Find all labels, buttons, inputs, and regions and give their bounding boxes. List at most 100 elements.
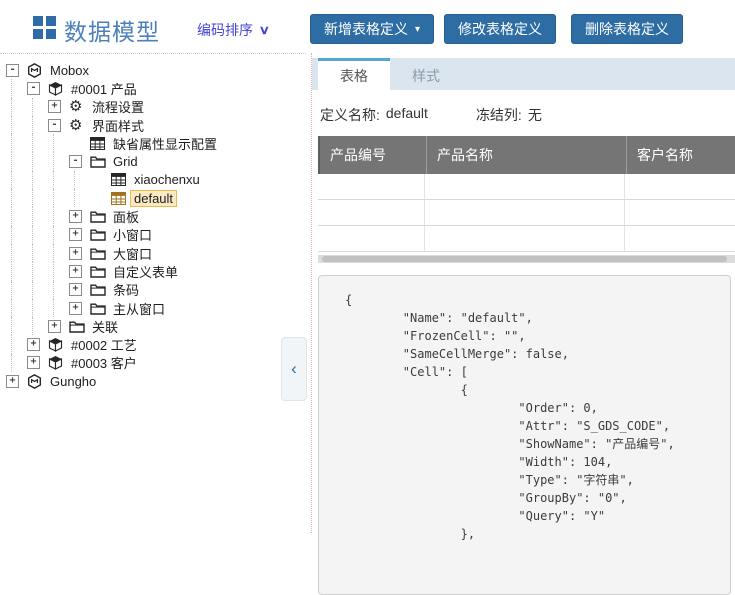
tree-guide-line <box>6 79 27 97</box>
tree-item[interactable]: 关联 <box>6 317 304 335</box>
tree-guide-line <box>27 116 48 134</box>
scrollbar-thumb[interactable] <box>322 256 727 262</box>
grid-icon <box>90 135 109 151</box>
code-line: "ShowName": "产品编号", <box>345 435 722 453</box>
caret-down-icon: ▾ <box>415 24 420 35</box>
table-body <box>318 174 735 252</box>
folder-icon <box>69 318 88 334</box>
expand-icon[interactable] <box>69 210 90 223</box>
expand-icon[interactable] <box>69 283 90 296</box>
expand-icon[interactable] <box>69 265 90 278</box>
tree-guide-line <box>27 244 48 262</box>
code-line: "Cell": [ <box>345 363 722 381</box>
tree-item[interactable]: 自定义表单 <box>6 262 304 280</box>
folder-icon <box>90 263 109 279</box>
table-row <box>318 174 735 200</box>
code-line: }, <box>345 525 722 543</box>
tree-item[interactable]: Gungho <box>6 372 304 390</box>
tree-item[interactable]: ⚙流程设置 <box>6 98 304 116</box>
collapse-icon[interactable] <box>6 64 27 77</box>
cube-icon <box>48 355 67 371</box>
tree-guide-line <box>48 207 69 225</box>
tree-guide-line <box>48 262 69 280</box>
collapse-icon[interactable] <box>69 155 90 168</box>
tree-guide-line <box>27 299 48 317</box>
tree-guide-line <box>6 262 27 280</box>
code-line: { <box>345 291 722 309</box>
folder-icon <box>90 209 109 225</box>
tree-guide-line <box>6 116 27 134</box>
tree-item[interactable]: 缺省属性显示配置 <box>6 134 304 152</box>
definition-name-label: 定义名称: <box>320 105 380 125</box>
tree-item[interactable]: 条码 <box>6 281 304 299</box>
tree-guide-line <box>48 189 69 207</box>
toolbar-button[interactable]: 修改表格定义 <box>444 14 556 44</box>
tree-item[interactable]: Grid <box>6 152 304 170</box>
tab[interactable]: 样式 <box>390 58 462 90</box>
tree-item[interactable]: default <box>6 189 304 207</box>
tree-guide-line <box>6 98 27 116</box>
code-line: { <box>345 381 722 399</box>
tree-item-label: Grid <box>109 153 142 170</box>
table-header-row: 产品编号产品名称客户名称 <box>318 136 735 174</box>
table-cell <box>424 200 624 225</box>
tree-guide-line <box>48 299 69 317</box>
tree-guide-line <box>48 244 69 262</box>
expand-icon[interactable] <box>69 247 90 260</box>
tree-item[interactable]: #0001 产品 <box>6 79 304 97</box>
table-row <box>318 226 735 252</box>
tree-item[interactable]: Mobox <box>6 61 304 79</box>
expand-icon[interactable] <box>27 338 48 351</box>
collapse-icon[interactable] <box>27 82 48 95</box>
json-definition-block: { "Name": "default", "FrozenCell": "", "… <box>318 275 731 595</box>
collapse-icon[interactable] <box>48 119 69 132</box>
tab-strip: 表格样式 <box>312 58 735 90</box>
code-line: "Query": "Y" <box>345 507 722 525</box>
tree-guide-line <box>6 299 27 317</box>
tree-guide-line <box>27 134 48 152</box>
tab[interactable]: 表格 <box>318 58 390 90</box>
toolbar-button[interactable]: 新增表格定义▾ <box>310 14 434 44</box>
tree-item[interactable]: 小窗口 <box>6 226 304 244</box>
tree-guide-line <box>27 207 48 225</box>
preview-table: 产品编号产品名称客户名称 <box>318 136 735 252</box>
tree-guide-line <box>6 189 27 207</box>
tree-guide-line <box>6 134 27 152</box>
tree-item[interactable]: xiaochenxu <box>6 171 304 189</box>
expand-icon[interactable] <box>6 375 27 388</box>
sort-dropdown[interactable]: 编码排序 ∨ <box>197 20 269 40</box>
tree-item[interactable]: ⚙界面样式 <box>6 116 304 134</box>
toolbar: 新增表格定义▾ 修改表格定义删除表格定义 <box>310 14 683 44</box>
code-line: "SameCellMerge": false, <box>345 345 722 363</box>
tree-guide-line <box>6 335 27 353</box>
expand-icon[interactable] <box>48 100 69 113</box>
tree-guide-line <box>48 152 69 170</box>
code-line: "Width": 104, <box>345 453 722 471</box>
tree-item-label: Gungho <box>46 373 100 390</box>
folder-icon <box>90 282 109 298</box>
tree-item[interactable]: 大窗口 <box>6 244 304 262</box>
page-title: 数据模型 <box>64 13 160 47</box>
tree-item[interactable]: #0003 客户 <box>6 354 304 372</box>
toolbar-button[interactable]: 删除表格定义 <box>571 14 683 44</box>
table-row <box>318 200 735 226</box>
tree-guide-line <box>48 281 69 299</box>
tree-item[interactable]: 主从窗口 <box>6 299 304 317</box>
tree-item[interactable]: #0002 工艺 <box>6 335 304 353</box>
expand-icon[interactable] <box>48 320 69 333</box>
expand-icon[interactable] <box>69 228 90 241</box>
expand-icon[interactable] <box>69 302 90 315</box>
tree-item-label: 缺省属性显示配置 <box>109 133 221 154</box>
header: 数据模型 编码排序 ∨ 新增表格定义▾ 修改表格定义删除表格定义 <box>0 0 735 55</box>
table-cell <box>424 174 624 199</box>
app-logo-icon <box>33 16 56 39</box>
tree-guide-line <box>6 171 27 189</box>
tree-guide-line <box>27 281 48 299</box>
table-column-header: 产品名称 <box>426 136 626 174</box>
collapse-panel-button[interactable]: ‹ <box>281 337 307 401</box>
gear-icon: ⚙ <box>69 117 88 133</box>
tree-item[interactable]: 面板 <box>6 207 304 225</box>
horizontal-scrollbar[interactable] <box>318 255 735 263</box>
code-line: "Name": "default", <box>345 309 722 327</box>
expand-icon[interactable] <box>27 356 48 369</box>
